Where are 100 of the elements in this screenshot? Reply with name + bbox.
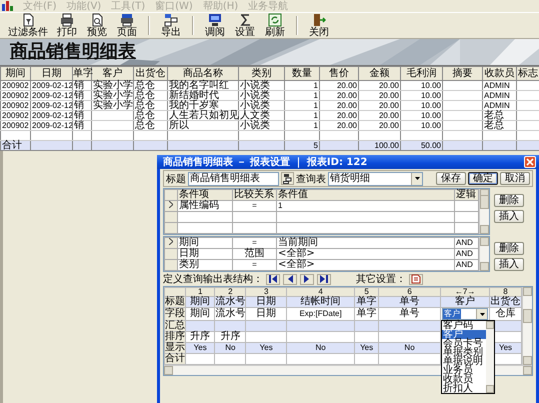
toolbar-button[interactable]: 关闭 <box>304 13 334 38</box>
list-option[interactable]: 折扣人 <box>442 384 486 393</box>
column-header[interactable]: 摘要 <box>442 66 482 80</box>
grid-cell: 单字 <box>356 296 377 307</box>
dialog-button[interactable]: 插入 <box>494 258 524 271</box>
scrollbar[interactable] <box>522 287 532 365</box>
total-cell: 100.00 <box>374 141 399 150</box>
column-header[interactable]: 收款员 <box>482 66 516 80</box>
document-icon <box>411 274 421 284</box>
grid-cell: 日期 <box>179 248 199 259</box>
grid-cell: Yes <box>498 343 512 352</box>
table-cell: 实验小学 <box>93 100 133 111</box>
table-cell: 10.00 <box>420 91 441 100</box>
column-number[interactable]: 4 <box>318 287 323 296</box>
pick-button[interactable] <box>281 172 294 185</box>
column-header[interactable]: 售价 <box>320 66 358 80</box>
column-header[interactable]: 期间 <box>0 66 30 80</box>
grid-cell: 升序 <box>220 331 240 342</box>
table-cell: 200902 <box>2 121 29 130</box>
navigation-button[interactable] <box>283 274 297 284</box>
column-number[interactable]: 8 <box>503 287 508 296</box>
column-number[interactable]: 3 <box>264 287 268 296</box>
column-header[interactable]: 客户 <box>92 66 134 80</box>
skip-last-icon <box>320 275 328 283</box>
dialog-button[interactable]: 插入 <box>494 210 524 223</box>
scrollbar[interactable] <box>479 237 489 271</box>
column-header[interactable]: 出货仓 <box>134 66 168 80</box>
other-settings-button[interactable] <box>409 274 423 284</box>
dropdown-arrow-icon <box>414 177 420 180</box>
list-option[interactable]: 单据类别 <box>442 348 486 357</box>
column-number[interactable]: 1 <box>198 287 202 296</box>
row-label: 合计 <box>165 353 185 364</box>
dialog-button[interactable]: 取消 <box>500 172 530 185</box>
list-option[interactable]: 会员卡号 <box>442 339 486 348</box>
table-cell: 总仓 <box>135 120 155 131</box>
grid-cell: 客户 <box>455 296 476 307</box>
table-cell: 10.00 <box>420 121 441 130</box>
grid-cell: 单号 <box>400 308 420 319</box>
list-option[interactable]: 业务员 <box>442 366 486 375</box>
column-header[interactable]: 金额 <box>358 66 400 80</box>
dialog-button[interactable]: 确定 <box>468 172 498 185</box>
column-header[interactable]: 日期 <box>30 66 72 80</box>
dialog-button[interactable]: 保存 <box>436 172 466 185</box>
title-field[interactable]: 商品销售明细表 <box>188 172 279 186</box>
navigation-button[interactable] <box>266 274 280 284</box>
toolbar-button[interactable]: 页面 <box>112 13 142 38</box>
toolbar-button[interactable]: 刷新 <box>260 13 290 38</box>
table-cell: 20.00 <box>378 121 399 130</box>
column-header[interactable]: 单字 <box>72 66 92 80</box>
column-header[interactable]: 标志 <box>516 66 539 80</box>
next-icon <box>303 275 311 283</box>
column-header[interactable]: 数量 <box>284 66 320 80</box>
field-label: 标题 <box>166 172 186 186</box>
table-cell: 人文类 <box>240 110 270 121</box>
field-dropdown[interactable]: 客户 <box>442 308 488 320</box>
table-cell: 总仓 <box>135 90 155 101</box>
total-label: 合计 <box>2 140 22 151</box>
dialog-button[interactable]: 删除 <box>494 194 524 207</box>
toolbar-button[interactable]: 设置 <box>230 13 260 38</box>
toolbar-button[interactable]: 预览 <box>82 13 112 38</box>
toolbar-button[interactable]: 导出 <box>156 13 186 38</box>
grid-cell: 期间 <box>190 296 210 307</box>
toolbar-button[interactable]: 调阅 <box>200 13 230 38</box>
stacked-boxes-icon <box>283 174 292 184</box>
grid-cell: 范围 <box>244 248 264 259</box>
sigma-icon <box>238 13 252 27</box>
list-option[interactable]: 收款员 <box>442 375 486 384</box>
column-number[interactable]: 6 <box>407 287 412 296</box>
column-header[interactable]: 毛利润 <box>400 66 442 80</box>
table-cell: 2009-02-12 <box>32 91 72 100</box>
navigation-button[interactable] <box>317 274 331 284</box>
table-cell: 我的千岁寒 <box>169 100 219 111</box>
grid-cell: 期间 <box>190 308 210 319</box>
table-cell: 总仓 <box>135 80 155 91</box>
grid-cell: Yes <box>360 343 374 352</box>
grid-cell: 出货仓 <box>490 296 520 307</box>
toolbar-button[interactable]: 打印 <box>52 13 82 38</box>
table-cell: 200902 <box>2 81 29 90</box>
scrollbar[interactable] <box>486 321 494 393</box>
column-header[interactable]: 商品名称 <box>168 66 238 80</box>
grid-cell: Yes <box>194 343 207 352</box>
scrollbar[interactable] <box>479 189 489 234</box>
navigation-button[interactable] <box>300 274 314 284</box>
query-dropdown[interactable]: 销货明细 <box>328 172 423 186</box>
dialog-button[interactable]: 删除 <box>494 242 524 255</box>
column-header[interactable]: 条件值 <box>278 189 308 200</box>
total-cell: 5 <box>314 141 318 150</box>
table-cell: 小说类 <box>240 120 270 131</box>
table-cell: 销 <box>74 110 84 121</box>
table-cell: ADMIN <box>484 91 510 100</box>
grid-cell: 1 <box>278 201 282 210</box>
grid-cell: <全部> <box>278 248 315 259</box>
column-number[interactable]: 2 <box>228 287 233 296</box>
toolbar-button[interactable]: 过滤条件 <box>4 13 52 38</box>
table-cell: 200902 <box>2 101 29 110</box>
column-header[interactable]: 类别 <box>238 66 284 80</box>
table-cell: ADMIN <box>484 81 510 90</box>
close-button[interactable] <box>524 156 536 168</box>
grid-cell: Yes <box>260 343 273 352</box>
grid-cell: No <box>404 343 415 352</box>
